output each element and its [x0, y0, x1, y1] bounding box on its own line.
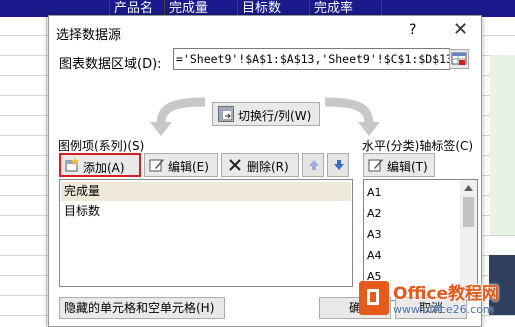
edit-axis-labels-label: 编辑(T) [387, 160, 428, 174]
series-list[interactable]: 完成量 目标数 [59, 179, 353, 287]
series-item-target[interactable]: 目标数 [61, 202, 351, 221]
edit-icon [368, 159, 383, 172]
axis-label-item[interactable]: A3 [367, 228, 382, 241]
axis-label-item[interactable]: A4 [367, 249, 382, 262]
delete-series-label: 删除(R) [247, 160, 289, 174]
column-divider [46, 17, 47, 327]
switch-row-column-label: 切换行/列(W) [238, 109, 312, 123]
range-picker-button[interactable] [449, 49, 469, 69]
arrow-up-icon [309, 160, 319, 170]
legend-series-label: 图例项(系列)(S) [58, 139, 145, 153]
edit-series-button[interactable]: 编辑(E) [144, 153, 218, 177]
watermark: Office教程网 www.office26.com [351, 275, 515, 327]
range-picker-icon [451, 52, 467, 65]
move-up-button[interactable] [302, 153, 324, 177]
edit-axis-labels-button[interactable]: 编辑(T) [363, 153, 435, 177]
add-icon [65, 157, 79, 172]
curved-arrow-left-icon [150, 97, 206, 136]
delete-series-button[interactable]: 删除(R) [221, 153, 299, 177]
move-down-button[interactable] [327, 153, 349, 177]
switch-row-column-icon [218, 106, 234, 122]
switch-row-column-button[interactable]: 切换行/列(W) [212, 102, 320, 126]
arrow-down-icon [334, 160, 344, 170]
close-icon[interactable]: ✕ [453, 19, 468, 40]
add-series-button[interactable]: 添加(A) [59, 153, 141, 177]
scroll-up-icon[interactable] [463, 184, 474, 192]
curved-arrow-right-icon [324, 97, 380, 136]
chart-range-label: 图表数据区域(D): [59, 57, 162, 72]
series-item-completed[interactable]: 完成量 [61, 182, 351, 201]
help-icon[interactable]: ? [409, 22, 416, 38]
add-series-label: 添加(A) [83, 161, 125, 175]
axis-label-item[interactable]: A2 [367, 207, 382, 220]
office-logo-icon [359, 281, 389, 315]
sheet-highlight-cell [490, 55, 515, 235]
office-logo-mark [367, 289, 379, 305]
edit-icon [149, 159, 164, 172]
delete-icon [229, 159, 241, 171]
dialog-titlebar[interactable]: 选择数据源 ? ✕ [49, 16, 481, 46]
hidden-empty-cells-button[interactable]: 隐藏的单元格和空单元格(H) [59, 297, 225, 319]
chart-range-input[interactable]: ='Sheet9'!$A$1:$A$13,'Sheet9'!$C$1:$D$13 [173, 48, 450, 70]
watermark-brand: Office教程网 [393, 284, 500, 304]
watermark-url: www.office26.com [393, 303, 494, 316]
dialog-title: 选择数据源 [56, 28, 122, 43]
edit-series-label: 编辑(E) [168, 160, 209, 174]
category-axis-label: 水平(分类)轴标签(C) [362, 139, 474, 153]
axis-label-item[interactable]: A1 [367, 186, 382, 199]
scrollbar-thumb[interactable] [463, 197, 474, 227]
